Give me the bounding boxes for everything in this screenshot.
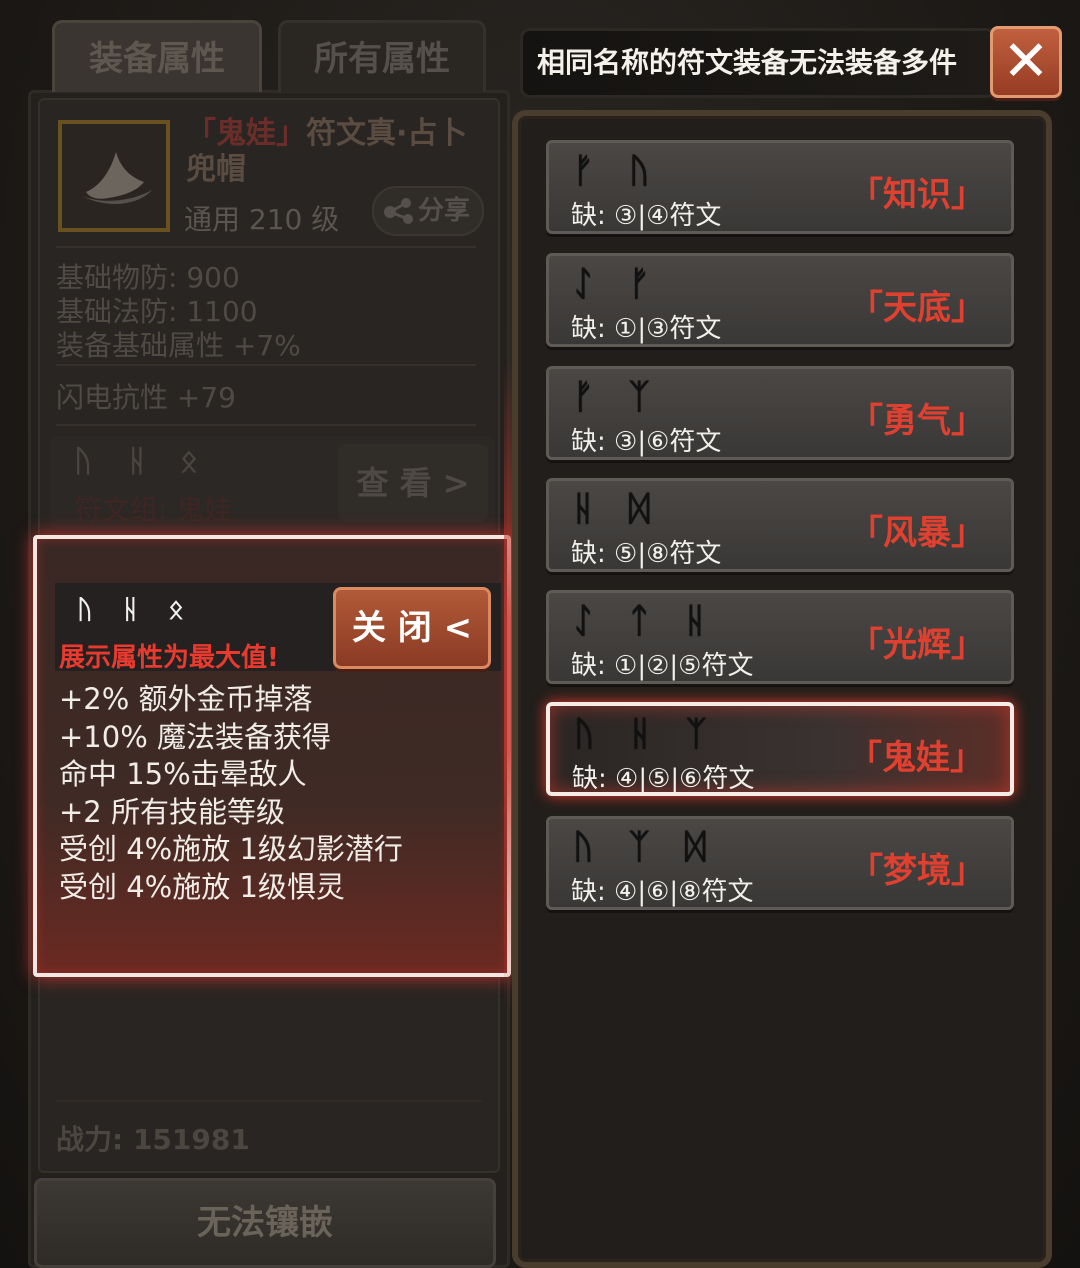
rune-icon: ᚢ bbox=[574, 714, 595, 754]
missing-runes: 缺: ③|④符文 bbox=[571, 201, 722, 231]
rune-icon: ᛞ bbox=[685, 827, 706, 867]
rune-icon: ᚺ bbox=[128, 444, 146, 479]
popup-attribute-list: +2% 额外金币掉落 +10% 魔法装备获得 命中 15%击晕敌人 +2 所有技… bbox=[59, 681, 403, 906]
rune-icons: ᚢᚺᛉ bbox=[574, 714, 742, 754]
hat-icon bbox=[58, 120, 170, 232]
rune-icon: ᛉ bbox=[686, 714, 707, 754]
rune-icon: ᚠ bbox=[573, 377, 594, 417]
runeword-name: 「风暴」 bbox=[849, 513, 985, 553]
rune-icon: ᛉ bbox=[629, 827, 650, 867]
missing-runes: 缺: ③|⑥符文 bbox=[571, 427, 722, 457]
runeword-card-courage[interactable]: ᚠᛉ 缺: ③|⑥符文 「勇气」 bbox=[546, 366, 1014, 460]
stat-lightning-resist: 闪电抗性 +79 bbox=[56, 381, 236, 414]
combat-power: 战力: 151981 bbox=[56, 1123, 250, 1156]
divider bbox=[56, 246, 476, 248]
rune-icon: ᛏ bbox=[629, 601, 650, 641]
missing-runes: 缺: ①|③符文 bbox=[571, 314, 722, 344]
runeword-name: 「梦境」 bbox=[849, 851, 985, 891]
rune-icon: ᛇ bbox=[573, 264, 594, 304]
popup-attribute: 受创 4%施放 1级幻影潜行 bbox=[59, 832, 403, 866]
rune-group-label: 符文组: 鬼娃 bbox=[74, 493, 233, 526]
tab-equip-attributes[interactable]: 装备属性 bbox=[52, 20, 262, 92]
popup-attribute: +2 所有技能等级 bbox=[59, 794, 285, 829]
runeword-detail-popup: ᚢᚺᛟ 展示属性为最大值! 关 闭 < +2% 额外金币掉落 +10% 魔法装备… bbox=[33, 535, 511, 977]
runeword-name: 「光辉」 bbox=[849, 625, 985, 665]
runeword-name: 「勇气」 bbox=[849, 401, 985, 441]
popup-rune-icons: ᚢᚺᛟ bbox=[77, 595, 214, 625]
popup-attribute: +2% 额外金币掉落 bbox=[59, 682, 313, 716]
rune-icon: ᚠ bbox=[573, 151, 594, 191]
share-icon bbox=[384, 198, 413, 224]
popup-attribute: 命中 15%击晕敌人 bbox=[59, 757, 307, 791]
missing-runes: 缺: ⑤|⑧符文 bbox=[571, 539, 722, 569]
divider bbox=[56, 1100, 482, 1102]
view-button[interactable]: 查 看 > bbox=[338, 444, 488, 522]
rune-icon: ᛉ bbox=[629, 377, 650, 417]
share-label: 分享 bbox=[417, 196, 470, 226]
inlay-button[interactable]: 无法镶嵌 bbox=[34, 1178, 496, 1268]
rune-icon: ᚺ bbox=[573, 489, 594, 529]
rune-icons: ᛇᛏᚺ bbox=[573, 601, 741, 641]
popup-note: 展示属性为最大值! bbox=[59, 643, 279, 673]
runeword-card-dream[interactable]: ᚢᛉᛞ 缺: ④|⑥|⑧符文 「梦境」 bbox=[546, 816, 1014, 910]
close-icon: ✕ bbox=[1002, 29, 1050, 94]
rune-icons: ᚠᚢ bbox=[573, 151, 685, 191]
runeword-card-nadir[interactable]: ᛇᚠ 缺: ①|③符文 「天底」 bbox=[546, 253, 1014, 347]
runeword-name: 「天底」 bbox=[849, 288, 985, 328]
missing-runes: 缺: ④|⑤|⑥符文 bbox=[572, 764, 755, 794]
divider bbox=[56, 364, 476, 366]
runeword-card-storm[interactable]: ᚺᛞ 缺: ⑤|⑧符文 「风暴」 bbox=[546, 478, 1014, 572]
tab-all-attributes[interactable]: 所有属性 bbox=[278, 20, 486, 92]
rune-icon: ᚢ bbox=[573, 827, 594, 867]
rune-icon: ᛞ bbox=[629, 489, 650, 529]
rune-icon: ᛇ bbox=[573, 601, 594, 641]
item-brand: 「鬼娃」 bbox=[186, 116, 306, 151]
rune-icons: ᚢᛉᛞ bbox=[573, 827, 741, 867]
rune-icon: ᚠ bbox=[629, 264, 650, 304]
rune-icon: ᚢ bbox=[74, 444, 92, 479]
rune-icons: ᚠᛉ bbox=[573, 377, 685, 417]
stat-base-bonus: 装备基础属性 +7% bbox=[56, 329, 301, 362]
item-level: 通用 210 级 bbox=[184, 203, 340, 236]
close-popup-button[interactable]: 关 闭 < bbox=[333, 587, 491, 669]
runeword-card-ghost-doll[interactable]: ᚢᚺᛉ 缺: ④|⑤|⑥符文 「鬼娃」 bbox=[546, 702, 1014, 796]
runeword-card-knowledge[interactable]: ᚠᚢ 缺: ③|④符文 「知识」 bbox=[546, 140, 1014, 234]
rune-icon: ᚺ bbox=[685, 601, 706, 641]
warning-banner: 相同名称的符文装备无法装备多件 bbox=[520, 28, 996, 98]
runeword-card-radiance[interactable]: ᛇᛏᚺ 缺: ①|②|⑤符文 「光辉」 bbox=[546, 590, 1014, 684]
close-button[interactable]: ✕ bbox=[990, 26, 1062, 98]
runeword-name: 「鬼娃」 bbox=[848, 738, 984, 778]
popup-attribute: 受创 4%施放 1级惧灵 bbox=[59, 869, 345, 904]
rune-icons: ᛇᚠ bbox=[573, 264, 685, 304]
rune-icons: ᚺᛞ bbox=[573, 489, 685, 529]
rune-icon: ᛟ bbox=[180, 444, 198, 479]
missing-runes: 缺: ④|⑥|⑧符文 bbox=[571, 877, 754, 907]
divider bbox=[56, 424, 476, 426]
runeword-name: 「知识」 bbox=[849, 175, 985, 215]
popup-attribute: +10% 魔法装备获得 bbox=[59, 719, 331, 754]
share-button[interactable]: 分享 bbox=[372, 186, 484, 236]
missing-runes: 缺: ①|②|⑤符文 bbox=[571, 651, 754, 681]
item-name: 「鬼娃」符文真·占卜兜帽 bbox=[186, 116, 486, 188]
rune-icon: ᚢ bbox=[629, 151, 650, 191]
rune-icon: ᚺ bbox=[630, 714, 651, 754]
